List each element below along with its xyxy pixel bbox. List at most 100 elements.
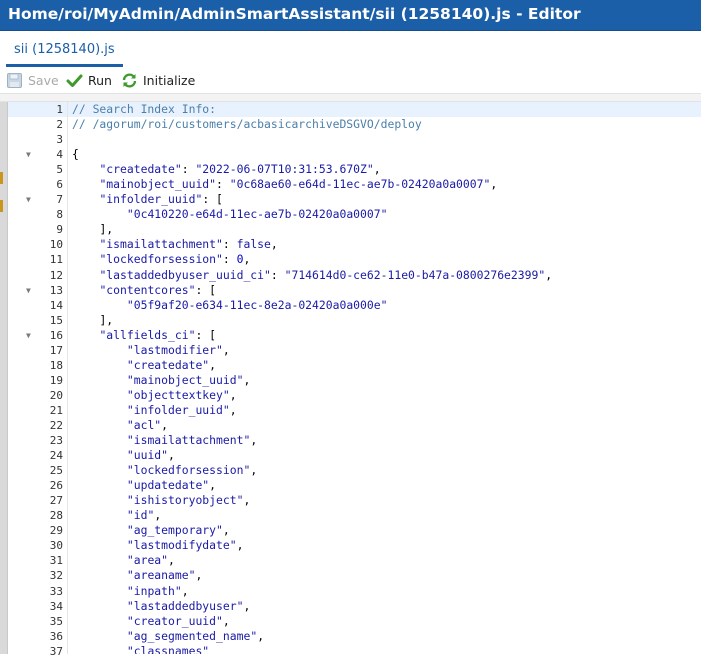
gutter-line: 33 (8, 584, 67, 599)
code-line[interactable]: "id", (68, 508, 701, 523)
code-token: , (236, 538, 244, 553)
code-token: , (243, 598, 251, 613)
code-line[interactable]: { (68, 147, 701, 162)
code-token: : [ (202, 192, 223, 207)
code-line[interactable]: "lastaddedbyuser_uuid_ci": "714614d0-ce6… (68, 268, 701, 283)
code-line[interactable]: "allfields_ci": [ (68, 328, 701, 343)
code-token: "uuid" (126, 448, 169, 463)
code-line[interactable]: // Search Index Info: (68, 102, 701, 118)
code-line[interactable]: "creator_uuid", (68, 614, 701, 629)
toolbar-divider (0, 93, 701, 102)
line-number: 13 (49, 283, 63, 297)
fold-arrow-icon[interactable]: ▼ (26, 147, 31, 162)
code-token: , (229, 387, 237, 402)
gutter-line: ▼ 13 (8, 283, 67, 298)
code-line[interactable]: "ishistoryobject", (68, 493, 701, 508)
code-token: , (181, 583, 189, 598)
code-line[interactable] (68, 132, 701, 147)
line-number: 19 (49, 373, 63, 387)
line-number: 36 (49, 629, 63, 643)
gutter-line: 35 (8, 614, 67, 629)
code-line[interactable]: "contentcores": [ (68, 283, 701, 298)
code-line[interactable]: "lastmodifydate", (68, 538, 701, 553)
side-marker (0, 172, 3, 184)
code-line[interactable]: "infolder_uuid": [ (68, 192, 701, 207)
run-button[interactable]: Run (66, 70, 112, 90)
code-line[interactable]: "updatedate", (68, 478, 701, 493)
code-line[interactable]: "lastmodifier", (68, 343, 701, 358)
side-panel-collapsed[interactable] (0, 102, 8, 654)
code-line[interactable]: "uuid", (68, 448, 701, 463)
code-line[interactable]: "lockedforsession", (68, 463, 701, 478)
code-token: // Search Index Info: (72, 102, 217, 116)
code-line[interactable]: "area", (68, 553, 701, 568)
code-line[interactable]: "lockedforsession": 0, (68, 252, 701, 267)
code-line[interactable]: "lastaddedbyuser", (68, 599, 701, 614)
run-button-label: Run (88, 72, 112, 88)
tab-bar: sii (1258140).js (0, 31, 701, 67)
line-number: 11 (49, 253, 63, 267)
window-title: Home/roi/MyAdmin/AdminSmartAssistant/sii… (8, 5, 581, 23)
save-button[interactable]: Save (6, 70, 59, 90)
line-number: 4 (56, 148, 63, 162)
refresh-icon (121, 72, 138, 89)
code-line[interactable]: "createdate": "2022-06-07T10:31:53.670Z"… (68, 162, 701, 177)
line-number: 33 (49, 584, 63, 598)
fold-arrow-icon[interactable]: ▼ (26, 283, 31, 298)
fold-arrow-icon[interactable]: ▼ (26, 328, 31, 343)
gutter-line: ▼ 16 (8, 328, 67, 343)
line-number: 6 (56, 178, 63, 192)
gutter-line: 9 (8, 222, 67, 237)
code-token: , (209, 357, 217, 372)
code-line[interactable]: "mainobject_uuid", (68, 373, 701, 388)
gutter-line: 20 (8, 388, 67, 403)
code-token: "05f9af20-e634-11ec-8e2a-02420a0a000e" (126, 297, 388, 312)
code-line[interactable]: "ismailattachment": false, (68, 237, 701, 252)
code-line[interactable]: // /agorum/roi/customers/acbasicarchiveD… (68, 117, 701, 132)
line-number: 1 (56, 103, 63, 116)
code-token: "ag_segmented_name" (126, 628, 258, 643)
window-titlebar: Home/roi/MyAdmin/AdminSmartAssistant/sii… (0, 0, 701, 31)
code-token: "0c410220-e64d-11ec-ae7b-02420a0a0007" (126, 207, 388, 222)
code-token: "ismailattachment" (126, 433, 251, 448)
code-line[interactable]: "ag_segmented_name", (68, 629, 701, 644)
code-token: "2022-06-07T10:31:53.670Z" (195, 162, 374, 177)
initialize-button[interactable]: Initialize (121, 70, 195, 90)
code-line[interactable]: "objecttextkey", (68, 388, 701, 403)
code-line[interactable]: "mainobject_uuid": "0c68ae60-e64d-11ec-a… (68, 177, 701, 192)
code-line[interactable]: "05f9af20-e634-11ec-8e2a-02420a0a000e" (68, 298, 701, 313)
code-token: ], (99, 312, 114, 327)
code-editor[interactable]: // Search Index Info:// /agorum/roi/cust… (68, 102, 701, 654)
gutter-line: 12 (8, 268, 67, 283)
line-number: 12 (49, 268, 63, 282)
code-line[interactable]: ], (68, 222, 701, 237)
code-line[interactable]: "inpath", (68, 584, 701, 599)
code-line[interactable]: ], (68, 313, 701, 328)
code-token: "allfields_ci" (99, 327, 196, 342)
code-token: "lastaddedbyuser_uuid_ci" (99, 267, 271, 282)
line-number: 32 (49, 569, 63, 583)
code-line[interactable]: "acl", (68, 418, 701, 433)
line-number: 18 (49, 358, 63, 372)
fold-arrow-icon[interactable]: ▼ (26, 192, 31, 207)
tab-file[interactable]: sii (1258140).js (6, 31, 123, 67)
code-token: , (222, 342, 230, 357)
code-line[interactable]: "classnames" (68, 644, 701, 654)
gutter-line: 10 (8, 237, 67, 252)
code-line[interactable]: "infolder_uuid", (68, 403, 701, 418)
code-token: "mainobject_uuid" (126, 372, 244, 387)
line-number: 16 (49, 328, 63, 342)
code-line[interactable]: "createdate", (68, 358, 701, 373)
gutter-line: 32 (8, 568, 67, 583)
gutter-line: 29 (8, 523, 67, 538)
line-number: 34 (49, 599, 63, 613)
gutter-line: 11 (8, 252, 67, 267)
gutter-line: 23 (8, 433, 67, 448)
code-line[interactable]: "areaname", (68, 568, 701, 583)
line-number: 8 (56, 208, 63, 222)
code-line[interactable]: "ag_temporary", (68, 523, 701, 538)
code-line[interactable]: "ismailattachment", (68, 433, 701, 448)
save-button-label: Save (28, 72, 59, 88)
code-line[interactable]: "0c410220-e64d-11ec-ae7b-02420a0a0007" (68, 207, 701, 222)
code-token: , (161, 417, 169, 432)
